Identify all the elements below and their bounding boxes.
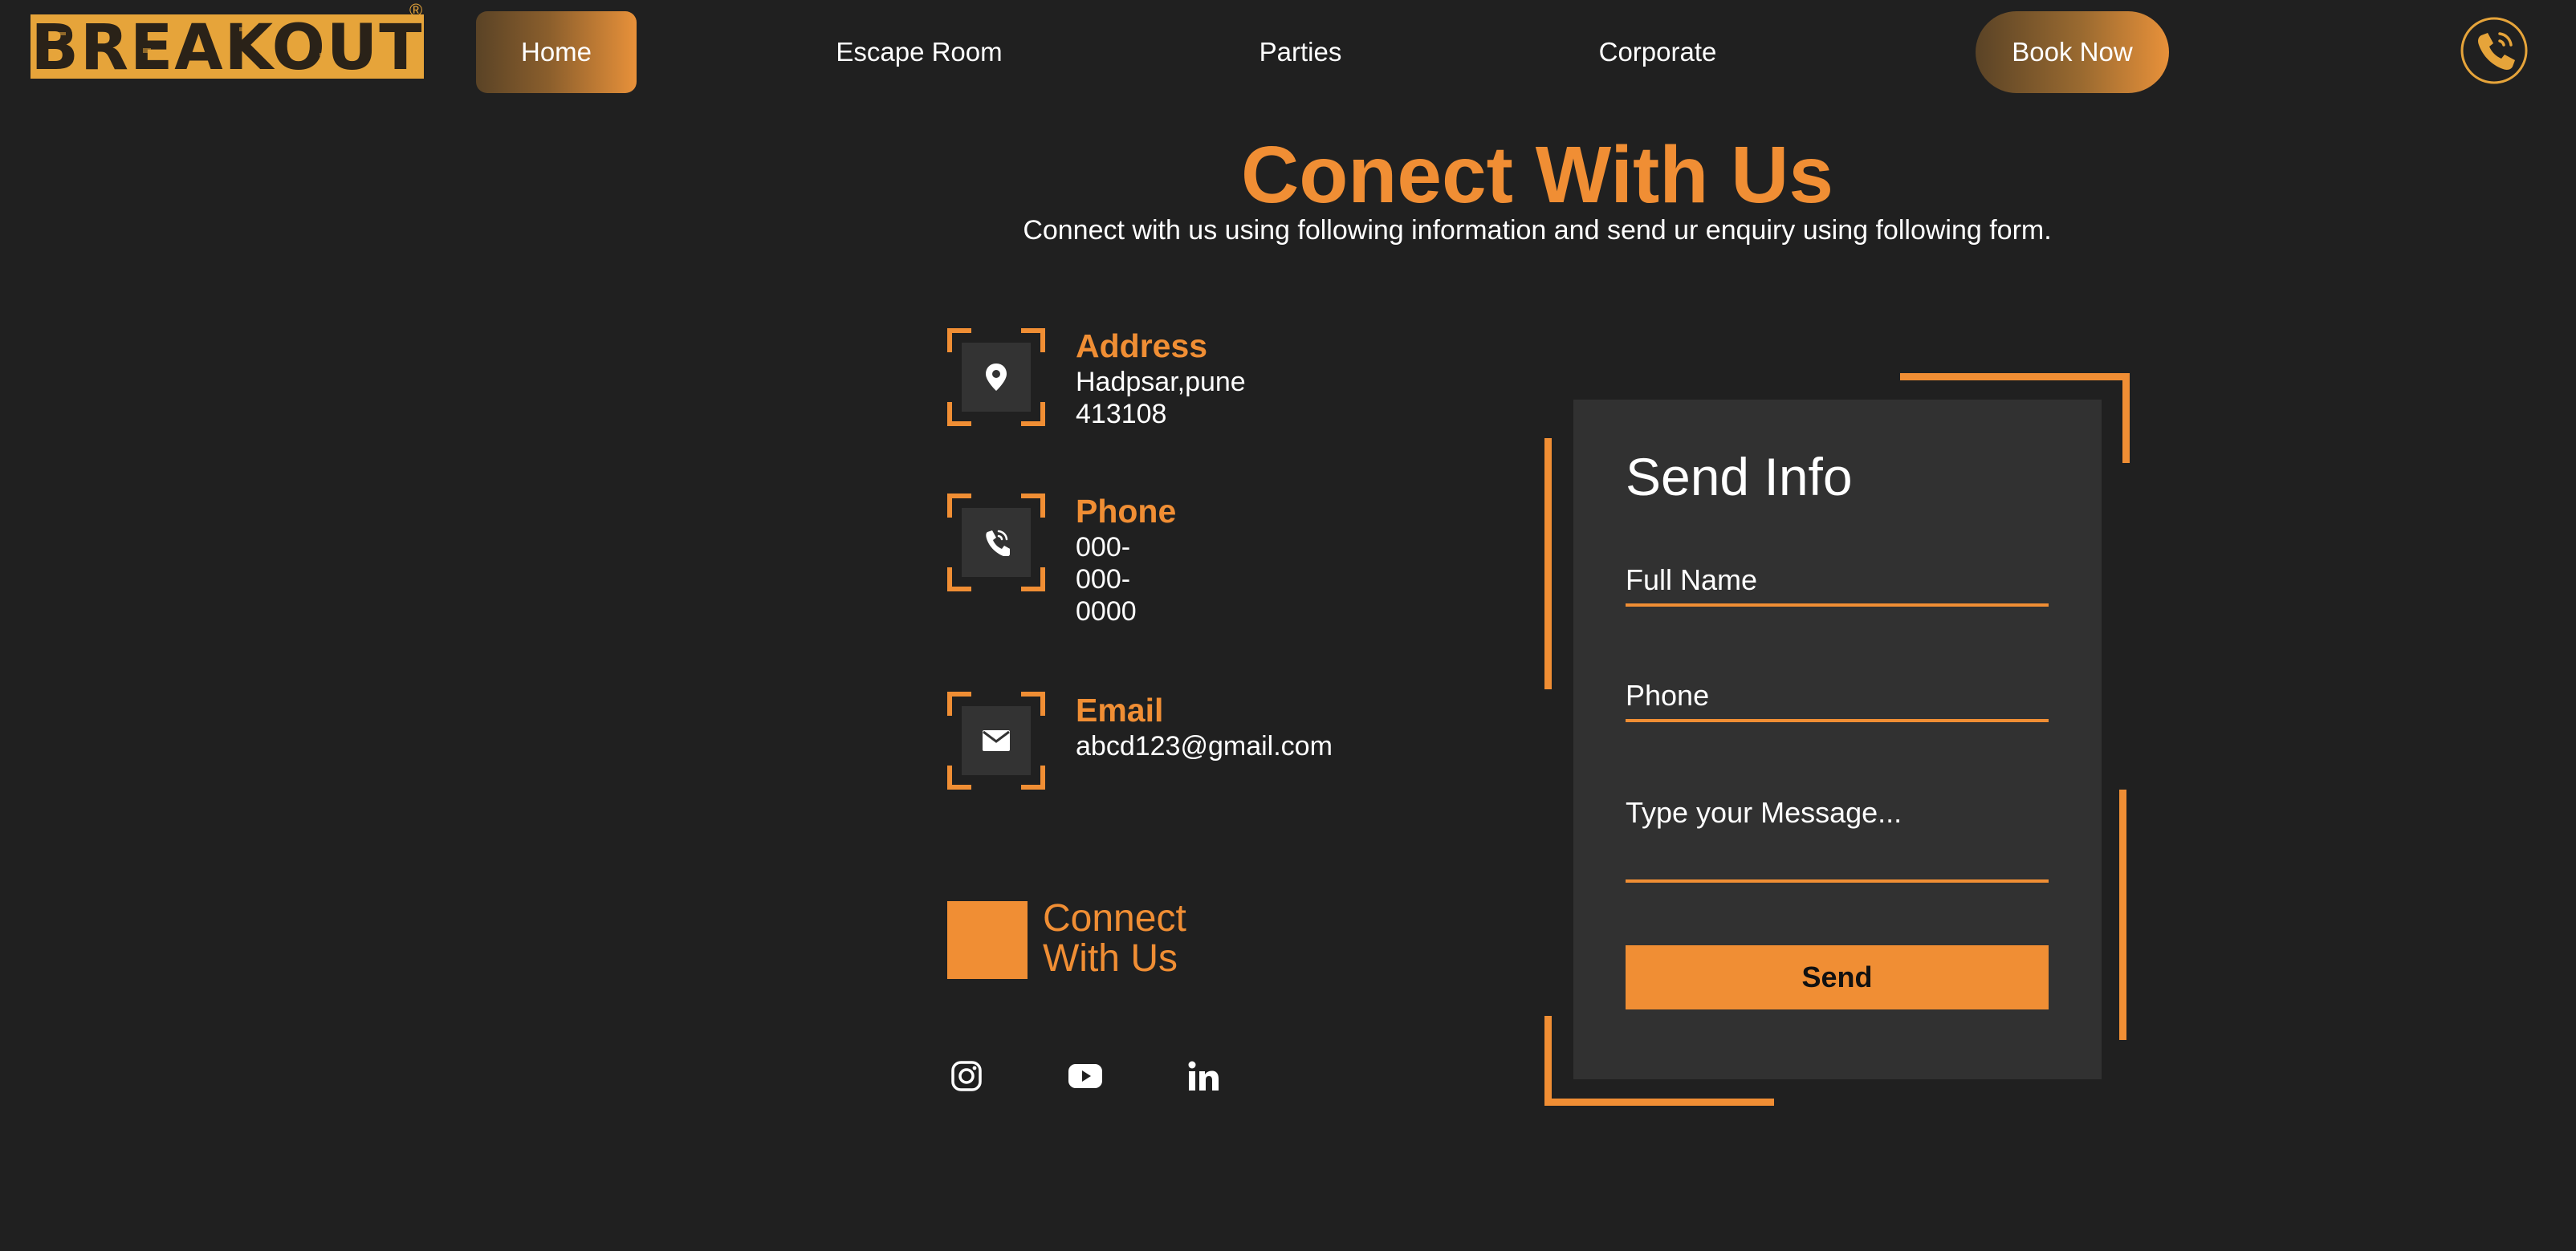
connect-accent-square [947,901,1028,979]
location-pin-icon [986,364,1007,391]
instagram-icon[interactable] [948,1058,985,1095]
phone-label: Phone [1076,493,1177,530]
message-textarea[interactable] [1626,796,2049,883]
form-deco-top-bar [1900,373,2130,380]
address-label: Address [1076,327,1208,364]
send-button[interactable]: Send [1626,945,2049,1009]
phone-icon-box [947,493,1045,591]
connect-heading: Connect With Us [1043,897,1186,980]
form-deco-left-bar [1544,438,1552,689]
nav-escape-room-link[interactable]: Escape Room [803,11,1036,93]
full-name-input[interactable] [1626,563,2049,607]
form-deco-bottom-left-bar [1544,1016,1552,1106]
nav-corporate-link[interactable]: Corporate [1557,11,1758,93]
nav-parties-link[interactable]: Parties [1204,11,1397,93]
phone-value: 000- 000- 0000 [1076,532,1137,627]
page-subtitle: Connect with us using following informat… [1023,215,2052,246]
youtube-icon[interactable] [1066,1058,1105,1095]
form-deco-right-bar [2119,790,2126,1040]
email-label: Email [1076,692,1164,729]
breakout-logo[interactable]: BREAKOUT [31,8,424,85]
email-icon-box [947,692,1045,790]
send-info-form: Send Info Send [1573,400,2102,1079]
book-now-button[interactable]: Book Now [1976,11,2169,93]
address-icon-box [947,328,1045,426]
form-deco-bottom-bar [1544,1099,1774,1106]
page-title: Conect With Us [1241,130,1833,220]
phone-icon [986,530,1010,556]
email-value[interactable]: abcd123@gmail.com [1076,730,1333,762]
envelope-icon [983,730,1010,751]
phone-input[interactable] [1626,679,2049,722]
svg-text:BREAKOUT: BREAKOUT [31,12,424,84]
nav-home-button[interactable]: Home [476,11,637,93]
form-deco-top-right-bar [2122,373,2130,463]
phone-call-icon[interactable] [2460,16,2529,85]
address-value: Hadpsar,pune 413108 [1076,367,1246,429]
linkedin-icon[interactable] [1185,1058,1222,1095]
form-title: Send Info [1626,447,1853,506]
registered-mark: ® [409,0,423,20]
